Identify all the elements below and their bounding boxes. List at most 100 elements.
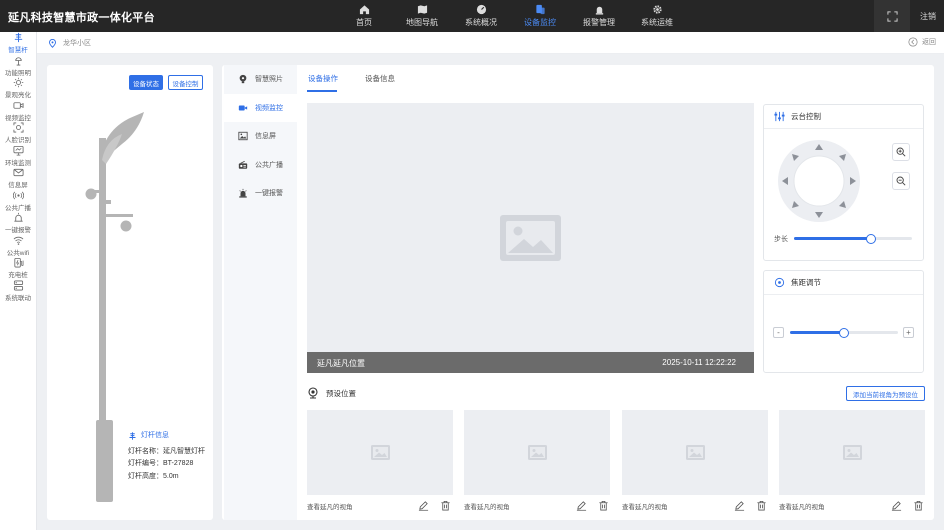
device-icon bbox=[535, 4, 545, 15]
location-label: 龙华小区 bbox=[63, 40, 91, 47]
bulb-icon bbox=[239, 75, 247, 84]
preset-label: 查看延凡的视角 bbox=[779, 504, 825, 511]
image-placeholder-icon bbox=[500, 215, 561, 261]
fullscreen-icon bbox=[886, 10, 898, 22]
back-button[interactable]: 返回 bbox=[908, 37, 936, 47]
edit-icon[interactable] bbox=[418, 500, 429, 511]
radio-icon bbox=[238, 160, 248, 169]
logout-link[interactable]: 注销 bbox=[910, 11, 944, 22]
sidebar-item-broadcast[interactable]: 公共广播 bbox=[0, 190, 36, 213]
active-tab-indicator bbox=[307, 90, 337, 92]
edit-icon[interactable] bbox=[734, 500, 745, 511]
preset-label: 查看延凡的视角 bbox=[622, 504, 668, 511]
sidebar-item-linkage[interactable]: 系统联动 bbox=[0, 280, 36, 303]
menu-item-video[interactable]: 视频监控 bbox=[224, 93, 297, 122]
siren-icon bbox=[595, 6, 603, 15]
charger-icon bbox=[13, 258, 23, 268]
delete-icon[interactable] bbox=[440, 500, 451, 511]
focus-slider[interactable] bbox=[790, 327, 898, 338]
nav-device-monitor[interactable]: 设备监控 bbox=[509, 0, 571, 32]
pole-number: 灯杆编号：BT-27828 bbox=[128, 460, 194, 467]
pole-info: 灯杆信息 灯杆名称：延凡智慧灯杆 灯杆编号：BT-27828 灯杆高度：5.0m bbox=[128, 430, 205, 483]
broadcast-icon bbox=[12, 191, 24, 200]
sidebar-item-video[interactable]: 视频监控 bbox=[0, 100, 36, 123]
zoom-out-icon bbox=[896, 176, 906, 186]
breadcrumb: 龙华小区 返回 bbox=[37, 32, 944, 54]
device-status-button[interactable]: 设备状态 bbox=[129, 75, 163, 90]
lamp-icon bbox=[14, 57, 22, 66]
alarm-icon bbox=[13, 213, 23, 222]
video-location: 延凡延凡位置 bbox=[317, 359, 365, 368]
preset-thumbnail[interactable] bbox=[622, 410, 768, 495]
pole-name: 灯杆名称：延凡智慧灯杆 bbox=[128, 447, 205, 455]
sidebar-item-lighting[interactable]: 功能照明 bbox=[0, 55, 36, 78]
preset-label: 查看延凡的视角 bbox=[464, 504, 510, 511]
tab-device-info[interactable]: 设备信息 bbox=[365, 73, 395, 84]
sidebar-item-face[interactable]: 人脸识别 bbox=[0, 122, 36, 145]
image-placeholder-icon bbox=[527, 445, 547, 460]
sidebar-item-landscape[interactable]: 景观亮化 bbox=[0, 77, 36, 100]
preset-thumbnail[interactable] bbox=[779, 410, 925, 495]
sidebar-item-environment[interactable]: 环境监测 bbox=[0, 145, 36, 168]
step-slider[interactable] bbox=[794, 233, 912, 244]
sidebar-item-screen[interactable]: 信息屏 bbox=[0, 167, 36, 190]
nav-overview[interactable]: 系统概况 bbox=[450, 0, 512, 32]
focus-icon bbox=[774, 277, 785, 288]
image-placeholder-icon bbox=[842, 445, 862, 460]
sidebar-item-pole[interactable]: 智慧杆 bbox=[0, 32, 36, 55]
nav-alarm[interactable]: 报警管理 bbox=[568, 0, 630, 32]
step-slider-handle[interactable] bbox=[865, 233, 876, 244]
nav-home[interactable]: 首页 bbox=[333, 0, 395, 32]
nav-map[interactable]: 地图导航 bbox=[391, 0, 453, 32]
preset-thumbnail[interactable] bbox=[307, 410, 453, 495]
menu-item-broadcast[interactable]: 公共广播 bbox=[224, 151, 297, 180]
sidebar-item-charger[interactable]: 充电桩 bbox=[0, 257, 36, 280]
step-label: 步长 bbox=[774, 236, 788, 243]
zoom-out-button[interactable] bbox=[892, 172, 910, 190]
face-scan-icon bbox=[13, 122, 23, 133]
image-placeholder-icon bbox=[370, 445, 390, 460]
tab-device-operation[interactable]: 设备操作 bbox=[308, 73, 338, 84]
top-bar: 延凡科技智慧市政一体化平台 首页 地图导航 系统概况 设备监控 报警管理 系统运… bbox=[0, 0, 944, 32]
delete-icon[interactable] bbox=[913, 500, 924, 511]
edit-icon[interactable] bbox=[891, 500, 902, 511]
pole-height: 灯杆高度：5.0m bbox=[128, 472, 179, 480]
focus-slider-handle[interactable] bbox=[839, 327, 849, 338]
dashboard-icon bbox=[476, 4, 486, 15]
siren-icon bbox=[239, 189, 247, 198]
fullscreen-button[interactable] bbox=[874, 0, 910, 32]
menu-item-alarm[interactable]: 一键报警 bbox=[224, 179, 297, 208]
focus-plus-button[interactable]: + bbox=[903, 327, 914, 338]
location-pin-icon bbox=[49, 38, 56, 48]
sun-icon bbox=[13, 77, 23, 88]
menu-item-smart-photo[interactable]: 智慧照片 bbox=[224, 65, 297, 94]
gear-icon bbox=[652, 5, 662, 14]
sidebar-item-wifi[interactable]: 公共wifi bbox=[0, 235, 36, 258]
focus-slider-fill bbox=[790, 331, 844, 334]
image-screen-icon bbox=[238, 132, 248, 141]
edit-icon[interactable] bbox=[576, 500, 587, 511]
delete-icon[interactable] bbox=[598, 500, 609, 511]
direction-pad[interactable] bbox=[777, 139, 861, 223]
image-placeholder-icon bbox=[685, 445, 705, 460]
sidebar-item-alarm[interactable]: 一键报警 bbox=[0, 212, 36, 235]
focus-minus-button[interactable]: - bbox=[773, 327, 784, 338]
preset-label: 查看延凡的视角 bbox=[307, 504, 353, 511]
delete-icon[interactable] bbox=[756, 500, 767, 511]
sidebar: 智慧杆 功能照明 景观亮化 视频监控 人脸识别 环境监测 信息屏 公共广播 一键… bbox=[0, 32, 37, 530]
back-icon bbox=[908, 37, 918, 47]
menu-item-screen[interactable]: 信息屏 bbox=[224, 122, 297, 151]
zoom-in-button[interactable] bbox=[892, 143, 910, 161]
wifi-icon bbox=[13, 236, 23, 245]
webcam-icon bbox=[308, 387, 318, 399]
focus-header: 焦距调节 bbox=[764, 271, 923, 295]
monitor-icon bbox=[13, 145, 23, 156]
ptz-header: 云台控制 bbox=[764, 105, 923, 129]
video-player[interactable]: 延凡延凡位置 2025-10-11 12:22:22 bbox=[307, 103, 754, 373]
nav-operations[interactable]: 系统运维 bbox=[626, 0, 688, 32]
ptz-panel: 云台控制 步长 bbox=[763, 104, 924, 261]
device-control-button[interactable]: 设备控制 bbox=[168, 75, 203, 90]
preset-thumbnail[interactable] bbox=[464, 410, 610, 495]
add-preset-button[interactable]: 添加当前视角为预设位 bbox=[846, 386, 925, 401]
video-caption-bar: 延凡延凡位置 2025-10-11 12:22:22 bbox=[307, 352, 754, 373]
